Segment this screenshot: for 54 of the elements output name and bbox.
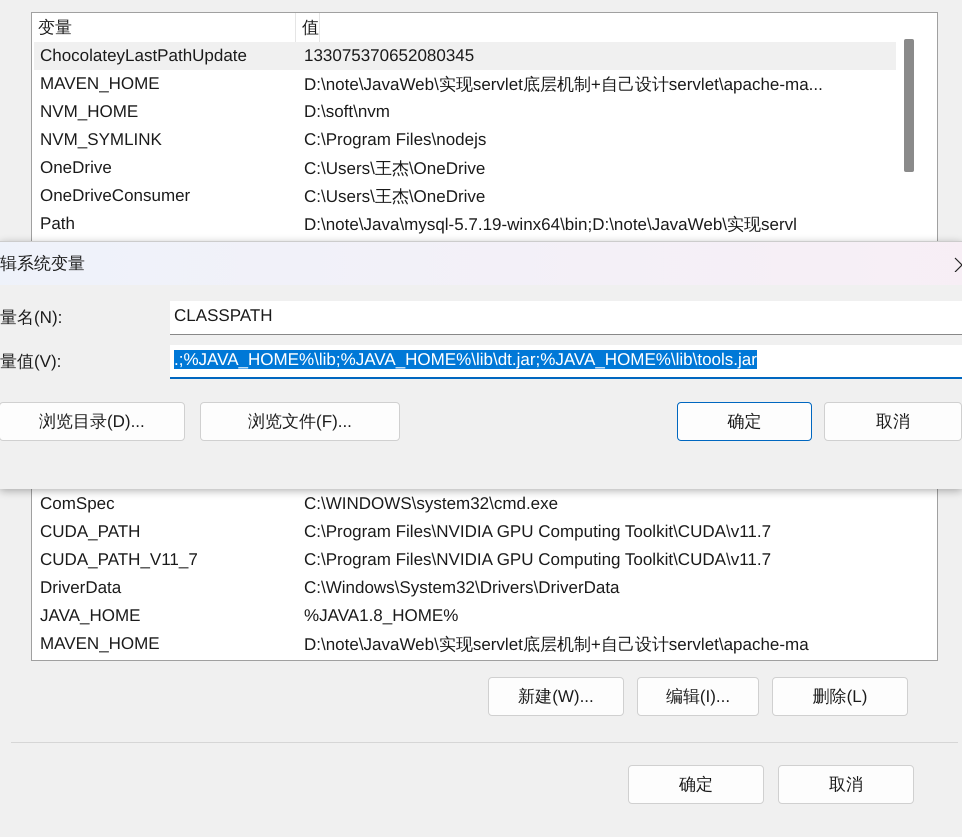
list-button[interactable]: 新建(W)... <box>488 677 624 716</box>
name-input-field[interactable]: CLASSPATH <box>170 300 962 334</box>
window-button[interactable]: 确定 <box>628 765 764 804</box>
dialog-button[interactable]: 浏览目录(D)... <box>0 402 185 441</box>
variable-value: C:\Program Files\NVIDIA GPU Computing Toolkit\CUDA\v11.7 <box>303 522 772 542</box>
list-row[interactable]: MAVEN_HOME D:\note\JavaWeb\实现servlet底层机制+自己设计servlet\apache-ma... <box>34 70 896 98</box>
variable-name: NVM_HOME <box>39 102 140 122</box>
variable-name: ComSpec <box>39 494 116 514</box>
dialog-title: 辑系统变量 <box>0 253 85 275</box>
variable-name: NVM_SYMLINK <box>39 130 163 150</box>
dialog-button[interactable]: 浏览文件(F)... <box>200 402 400 441</box>
variable-name: OneDrive <box>39 158 113 178</box>
field-label: 量名(N): <box>0 307 64 329</box>
field-label: 量值(V): <box>0 351 62 373</box>
dialog-button[interactable]: 确定 <box>677 402 812 441</box>
list-row[interactable]: JAVA_HOME %JAVA1.8_HOME% <box>34 602 896 630</box>
close-icon[interactable] <box>954 256 962 272</box>
variable-name: CUDA_PATH <box>39 522 142 542</box>
variable-value: C:\Users\王杰\OneDrive <box>303 158 486 180</box>
list-row[interactable]: Path D:\note\Java\mysql-5.7.19-winx64\bin;D:\note\JavaWeb\实现servl <box>34 210 896 238</box>
variable-value: C:\Windows\System32\Drivers\DriverData <box>303 578 620 598</box>
variable-name: ChocolateyLastPathUpdate <box>39 46 248 66</box>
variable-value: D:\note\JavaWeb\实现servlet底层机制+自己设计servlet\apache-ma <box>303 634 809 656</box>
list-row[interactable]: DriverData C:\Windows\System32\Drivers\DriverData <box>34 574 896 602</box>
dialog-button[interactable]: 取消 <box>824 402 962 441</box>
variable-value: C:\Program Files\NVIDIA GPU Computing Toolkit\CUDA\v11.7 <box>303 550 772 570</box>
list-row[interactable]: ComSpec C:\WINDOWS\system32\cmd.exe <box>34 490 896 518</box>
list-button[interactable]: 删除(L) <box>772 677 908 716</box>
list-row[interactable]: OneDriveConsumer C:\Users\王杰\OneDrive <box>34 182 896 210</box>
list-row[interactable]: MAVEN_HOME D:\note\JavaWeb\实现servlet底层机制+自己设计servlet\apache-ma <box>34 630 896 658</box>
variable-value: D:\soft\nvm <box>303 102 390 122</box>
list-row[interactable]: NVM_SYMLINK C:\Program Files\nodejs <box>34 126 896 154</box>
variable-value: D:\note\JavaWeb\实现servlet底层机制+自己设计servlet\apache-ma... <box>303 74 823 96</box>
variable-value: %JAVA1.8_HOME% <box>303 606 458 626</box>
list-row[interactable]: OneDrive C:\Users\王杰\OneDrive <box>34 154 896 182</box>
list-row[interactable]: ChocolateyLastPathUpdate 133075370652080345 <box>34 42 896 70</box>
variable-name: DriverData <box>39 578 122 598</box>
variable-name: MAVEN_HOME <box>39 634 161 654</box>
variable-name: MAVEN_HOME <box>39 74 161 94</box>
list-row[interactable]: NVM_HOME D:\soft\nvm <box>34 98 896 126</box>
list-button[interactable]: 编辑(I)... <box>637 677 759 716</box>
variable-name: JAVA_HOME <box>39 606 142 626</box>
variable-value: C:\Users\王杰\OneDrive <box>303 186 486 208</box>
variable-name: OneDriveConsumer <box>39 186 192 206</box>
list-row[interactable]: CUDA_PATH C:\Program Files\NVIDIA GPU Computing Toolkit\CUDA\v11.7 <box>34 518 896 546</box>
variable-value: D:\note\Java\mysql-5.7.19-winx64\bin;D:\note\JavaWeb\实现servl <box>303 214 797 236</box>
variable-value: C:\Program Files\nodejs <box>303 130 486 150</box>
variable-value: C:\WINDOWS\system32\cmd.exe <box>303 494 558 514</box>
variable-name: Path <box>39 214 76 234</box>
list-row[interactable]: CUDA_PATH_V11_7 C:\Program Files\NVIDIA GPU Computing Toolkit\CUDA\v11.7 <box>34 546 896 574</box>
variable-value: 133075370652080345 <box>303 46 474 66</box>
window-button[interactable]: 取消 <box>778 765 914 804</box>
value-input-field[interactable]: .;%JAVA_HOME%\lib;%JAVA_HOME%\lib\dt.jar;%JAVA_HOME%\lib\tools.jar <box>170 344 962 378</box>
variable-name: CUDA_PATH_V11_7 <box>39 550 199 570</box>
